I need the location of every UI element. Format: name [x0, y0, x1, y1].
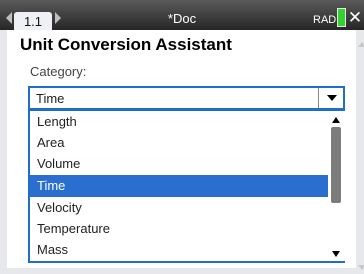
list-scrollbar[interactable] — [328, 111, 345, 261]
frame-left — [0, 30, 7, 274]
status-bar: 1.1 *Doc RAD ✕ — [0, 0, 364, 30]
frame-bottom — [0, 268, 364, 274]
option-area[interactable]: Area — [30, 132, 328, 154]
category-label: Category: — [30, 64, 87, 79]
close-icon[interactable]: ✕ — [346, 8, 364, 28]
page-scroll-down-icon[interactable] — [358, 265, 364, 270]
option-volume[interactable]: Volume — [30, 153, 328, 175]
option-time[interactable]: Time — [30, 175, 328, 197]
option-length[interactable]: Length — [30, 111, 328, 133]
frame-right-scroll[interactable] — [356, 30, 364, 274]
scroll-down-icon[interactable] — [332, 251, 340, 257]
chevron-left-icon[interactable] — [6, 12, 12, 24]
option-mass[interactable]: Mass — [30, 239, 328, 261]
scrollbar-thumb[interactable] — [331, 127, 341, 203]
dropdown-button[interactable] — [318, 88, 343, 108]
chevron-right-icon[interactable] — [55, 12, 61, 24]
document-title: *Doc — [167, 11, 197, 26]
page-tab[interactable]: 1.1 — [14, 12, 52, 30]
scroll-up-icon[interactable] — [332, 117, 340, 123]
dialog-title: Unit Conversion Assistant — [20, 35, 232, 54]
battery-icon — [337, 8, 346, 27]
category-selected-value: Time — [36, 91, 65, 106]
category-dropdown[interactable]: Time — [28, 86, 345, 110]
page-scroll-up-icon[interactable] — [358, 42, 364, 47]
category-options-list[interactable]: Length Area Volume Time Velocity Tempera… — [28, 110, 345, 263]
caret-down-icon — [327, 95, 337, 101]
option-velocity[interactable]: Velocity — [30, 197, 328, 219]
option-temperature[interactable]: Temperature — [30, 218, 328, 240]
angle-mode-indicator: RAD — [313, 14, 337, 26]
